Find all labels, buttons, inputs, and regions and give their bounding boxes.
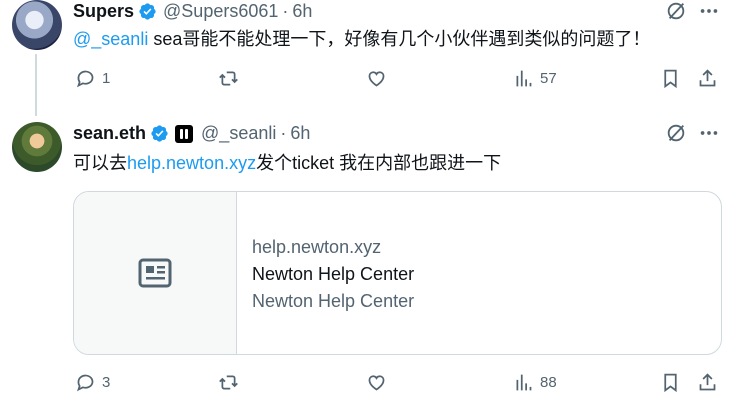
separator-dot: · xyxy=(282,1,289,21)
card-body: help.newton.xyz Newton Help Center Newto… xyxy=(252,234,414,315)
share-icon xyxy=(699,69,716,87)
card-domain: help.newton.xyz xyxy=(252,237,382,257)
like-button[interactable] xyxy=(366,372,387,393)
thread-line xyxy=(35,54,37,116)
bookmark-icon xyxy=(664,69,677,89)
handle[interactable]: @_seanli xyxy=(201,123,276,144)
link-card[interactable]: help.newton.xyz Newton Help Center Newto… xyxy=(73,191,722,355)
reply-button[interactable]: 1 xyxy=(75,68,110,89)
reply-icon xyxy=(77,374,94,392)
card-description: Newton Help Center xyxy=(252,291,415,311)
bookmark-button[interactable] xyxy=(660,372,681,393)
share-icon xyxy=(699,373,716,391)
views-count: 88 xyxy=(540,374,557,391)
card-title: Newton Help Center xyxy=(252,264,415,284)
more-icon[interactable] xyxy=(698,0,720,22)
tweet-text: 可以去help.newton.xyz发个ticket 我在内部也跟进一下 xyxy=(73,151,501,175)
retweet-button[interactable] xyxy=(218,372,239,393)
views-icon xyxy=(516,374,532,391)
bookmark-icon xyxy=(664,373,677,393)
bookmark-button[interactable] xyxy=(660,68,681,89)
share-button[interactable] xyxy=(697,68,718,89)
tweet-text: @_seanli sea哥能不能处理一下，好像有几个小伙伴遇到类似的问题了！ xyxy=(73,27,650,51)
reply-count: 3 xyxy=(102,374,111,391)
grok-icon[interactable] xyxy=(665,122,687,144)
display-name[interactable]: sean.eth xyxy=(73,123,146,144)
timestamp[interactable]: 6h xyxy=(292,1,312,22)
reply-button[interactable]: 3 xyxy=(75,372,110,393)
display-name[interactable]: Supers xyxy=(73,1,134,22)
tweet-header: Supers @Supers6061 · 6h xyxy=(73,1,312,22)
handle[interactable]: @Supers6061 xyxy=(163,1,278,22)
separator-dot: · xyxy=(280,123,287,143)
avatar[interactable] xyxy=(12,122,62,172)
article-icon xyxy=(138,258,172,288)
verified-badge-icon[interactable] xyxy=(138,2,157,21)
share-button[interactable] xyxy=(697,372,718,393)
retweet-icon xyxy=(219,375,238,390)
heart-icon xyxy=(368,71,385,87)
verified-badge-icon[interactable] xyxy=(150,124,169,143)
reply-icon xyxy=(77,70,94,88)
like-button[interactable] xyxy=(366,68,387,89)
timestamp[interactable]: 6h xyxy=(290,123,310,144)
heart-icon xyxy=(368,375,385,391)
tweet-body-prefix: 可以去 xyxy=(73,153,127,173)
affiliate-badge-icon[interactable] xyxy=(175,124,194,143)
retweet-button[interactable] xyxy=(218,68,239,89)
views-button[interactable]: 57 xyxy=(513,68,557,89)
card-thumbnail xyxy=(74,192,237,354)
tweet-header: sean.eth @_seanli · 6h xyxy=(73,123,310,144)
views-button[interactable]: 88 xyxy=(513,372,557,393)
retweet-icon xyxy=(219,71,238,86)
views-icon xyxy=(516,70,532,87)
more-icon[interactable] xyxy=(698,122,720,144)
url-link[interactable]: help.newton.xyz xyxy=(127,153,256,173)
mention-link[interactable]: @_seanli xyxy=(73,29,148,49)
reply-count: 1 xyxy=(102,70,111,87)
views-count: 57 xyxy=(540,70,557,87)
avatar[interactable] xyxy=(12,0,62,50)
tweet-body: sea哥能不能处理一下，好像有几个小伙伴遇到类似的问题了！ xyxy=(148,29,651,49)
tweet-body-suffix: 发个ticket 我在内部也跟进一下 xyxy=(256,153,502,173)
grok-icon[interactable] xyxy=(665,0,687,22)
